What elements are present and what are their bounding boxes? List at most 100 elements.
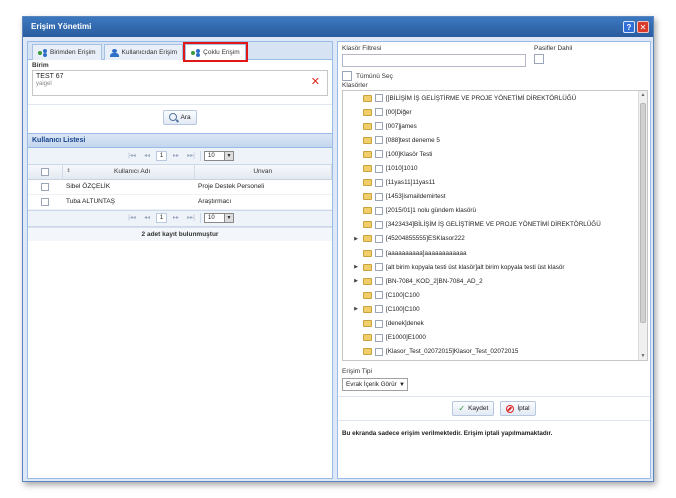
folder-row[interactable]: ▶ [alt birim kopyala testi üst klasör]alt… [343, 260, 647, 274]
select-all-header[interactable] [28, 165, 63, 180]
last-page-icon[interactable]: ▸▸| [185, 214, 197, 223]
prev-page-icon[interactable]: ◂◂ [141, 214, 153, 223]
save-button[interactable]: ✓ Kaydet [452, 401, 495, 416]
folder-icon [363, 193, 372, 201]
folder-checkbox[interactable] [375, 220, 383, 229]
folder-row[interactable]: [2015/01]1 nolu gündem klasörü [343, 204, 647, 218]
expand-arrow-icon[interactable]: ▶ [351, 278, 361, 284]
folder-checkbox[interactable] [375, 305, 383, 314]
first-page-icon[interactable]: |◂◂ [126, 214, 138, 223]
folder-checkbox[interactable] [375, 263, 383, 272]
remove-icon[interactable]: ✕ [311, 77, 320, 88]
row-checkbox[interactable] [41, 182, 49, 191]
folder-row[interactable]: [3423434]BİLİŞİM İŞ GELİŞTİRME VE PROJE … [343, 218, 647, 232]
folder-label: [100]Klasör Testi [386, 150, 433, 158]
last-page-icon[interactable]: ▸▸| [185, 152, 197, 161]
pager-top: |◂◂ ◂◂ 1 ▸▸ ▸▸| 10 ▼ [28, 148, 332, 165]
folder-row[interactable]: [100]Klasör Testi [343, 147, 647, 161]
page-input[interactable]: 1 [156, 213, 167, 223]
passive-checkbox[interactable] [534, 54, 544, 64]
select-all-checkbox[interactable] [40, 167, 49, 176]
folder-checkbox[interactable] [375, 164, 383, 173]
scrollbar[interactable]: ▲ ▼ [638, 91, 647, 360]
folder-checkbox[interactable] [375, 206, 383, 215]
folder-checkbox[interactable] [375, 108, 383, 117]
folder-checkbox[interactable] [375, 122, 383, 131]
folder-checkbox[interactable] [375, 249, 383, 258]
folder-row[interactable]: [00]Diğer [343, 105, 647, 119]
scroll-down-icon[interactable]: ▼ [639, 352, 647, 360]
page-input[interactable]: 1 [156, 151, 167, 161]
folder-row[interactable]: [E1000]E1000 [343, 331, 647, 345]
folder-row[interactable]: [1453]ismaildemirtest [343, 190, 647, 204]
expand-arrow-icon[interactable]: ▶ [351, 236, 361, 242]
unit-field[interactable]: TEST 67 yaigel ✕ [32, 70, 328, 96]
folder-row[interactable]: ▶ [C100]C100 [343, 302, 647, 316]
next-page-icon[interactable]: ▸▸ [170, 214, 182, 223]
expand-arrow-icon[interactable]: ▶ [351, 306, 361, 312]
search-button-label: Ara [180, 113, 191, 121]
tab-user-access[interactable]: Kullanıcıdan Erişim [103, 44, 184, 60]
tab-multi-access[interactable]: Çoklu Erişim [183, 42, 248, 62]
access-type-select[interactable]: Evrak İçerik Görür ▼ [342, 378, 408, 391]
user-title-cell: Araştırmacı [194, 194, 332, 210]
prev-page-icon[interactable]: ◂◂ [141, 152, 153, 161]
folder-row[interactable]: ▶ [45204855555]ESKlasor222 [343, 232, 647, 246]
folder-icon [363, 291, 372, 299]
search-button[interactable]: Ara [163, 109, 197, 125]
column-header-title[interactable]: Unvan [194, 165, 332, 180]
folder-row[interactable]: []BİLİŞİM İŞ GELİŞTİRME VE PROJE YÖNETİM… [343, 91, 647, 105]
folder-row[interactable]: [denek]denek [343, 317, 647, 331]
help-icon[interactable]: ? [623, 21, 635, 33]
folder-icon [363, 136, 372, 144]
folder-checkbox[interactable] [375, 319, 383, 328]
unit-sub: yaigel [36, 81, 52, 87]
folder-checkbox[interactable] [375, 150, 383, 159]
table-row[interactable]: Tuba ALTUNTAŞ Araştırmacı [28, 194, 332, 210]
page-size-select[interactable]: 10 ▼ [204, 213, 234, 223]
tab-unit-access[interactable]: Birimden Erişim [32, 44, 102, 60]
page-size-select[interactable]: 10 ▼ [204, 151, 234, 161]
row-checkbox[interactable] [41, 197, 49, 206]
passive-label: Pasifler Dahil [534, 45, 573, 52]
folder-row[interactable]: [1010]1010 [343, 161, 647, 175]
folder-row[interactable]: ▶ [BN-7084_KOD_2]BN-7084_AD_2 [343, 274, 647, 288]
next-page-icon[interactable]: ▸▸ [170, 152, 182, 161]
close-icon[interactable]: ✕ [637, 21, 649, 33]
search-row: Ara [28, 105, 332, 129]
folder-checkbox[interactable] [375, 291, 383, 300]
scroll-up-icon[interactable]: ▲ [639, 91, 647, 99]
cancel-icon [506, 404, 515, 413]
folder-row[interactable]: [aaaaaaaaaa]aaaaaaaaaaaa [343, 246, 647, 260]
first-page-icon[interactable]: |◂◂ [126, 152, 138, 161]
folder-checkbox[interactable] [375, 347, 383, 356]
folder-checkbox[interactable] [375, 192, 383, 201]
folder-checkbox[interactable] [375, 234, 383, 243]
folder-row[interactable]: [088]test deneme 5 [343, 133, 647, 147]
folder-checkbox[interactable] [375, 178, 383, 187]
folder-filter-input[interactable] [342, 54, 526, 67]
cancel-button-label: İptal [517, 405, 530, 412]
folder-checkbox[interactable] [375, 333, 383, 342]
folder-row[interactable]: [007]james [343, 119, 647, 133]
folder-row[interactable]: [11yas11]11yas11 [343, 176, 647, 190]
folder-icon [363, 221, 372, 229]
scroll-thumb[interactable] [640, 103, 646, 323]
folder-icon [363, 207, 372, 215]
folder-checkbox[interactable] [375, 136, 383, 145]
table-row[interactable]: Sibel ÖZÇELİK Proje Destek Personeli [28, 179, 332, 195]
cancel-button[interactable]: İptal [500, 401, 536, 416]
folder-row[interactable]: [Klasor_Test_02072015]Klasor_Test_020720… [343, 345, 647, 359]
expand-arrow-icon[interactable]: ▶ [351, 264, 361, 270]
folder-icon [363, 249, 372, 257]
sort-icon: ⇕ [66, 168, 71, 175]
folder-icon [363, 334, 372, 342]
select-all-checkbox[interactable] [342, 71, 352, 81]
folder-label: [2015/01]1 nolu gündem klasörü [386, 207, 476, 215]
column-header-name[interactable]: ⇕ Kullanıcı Adı [62, 165, 195, 180]
folder-label: [denek]denek [386, 320, 424, 328]
folder-checkbox[interactable] [375, 94, 383, 103]
folder-checkbox[interactable] [375, 277, 383, 286]
title-bar: Erişim Yönetimi ? ✕ [23, 17, 653, 37]
folder-row[interactable]: [C100]C100 [343, 288, 647, 302]
